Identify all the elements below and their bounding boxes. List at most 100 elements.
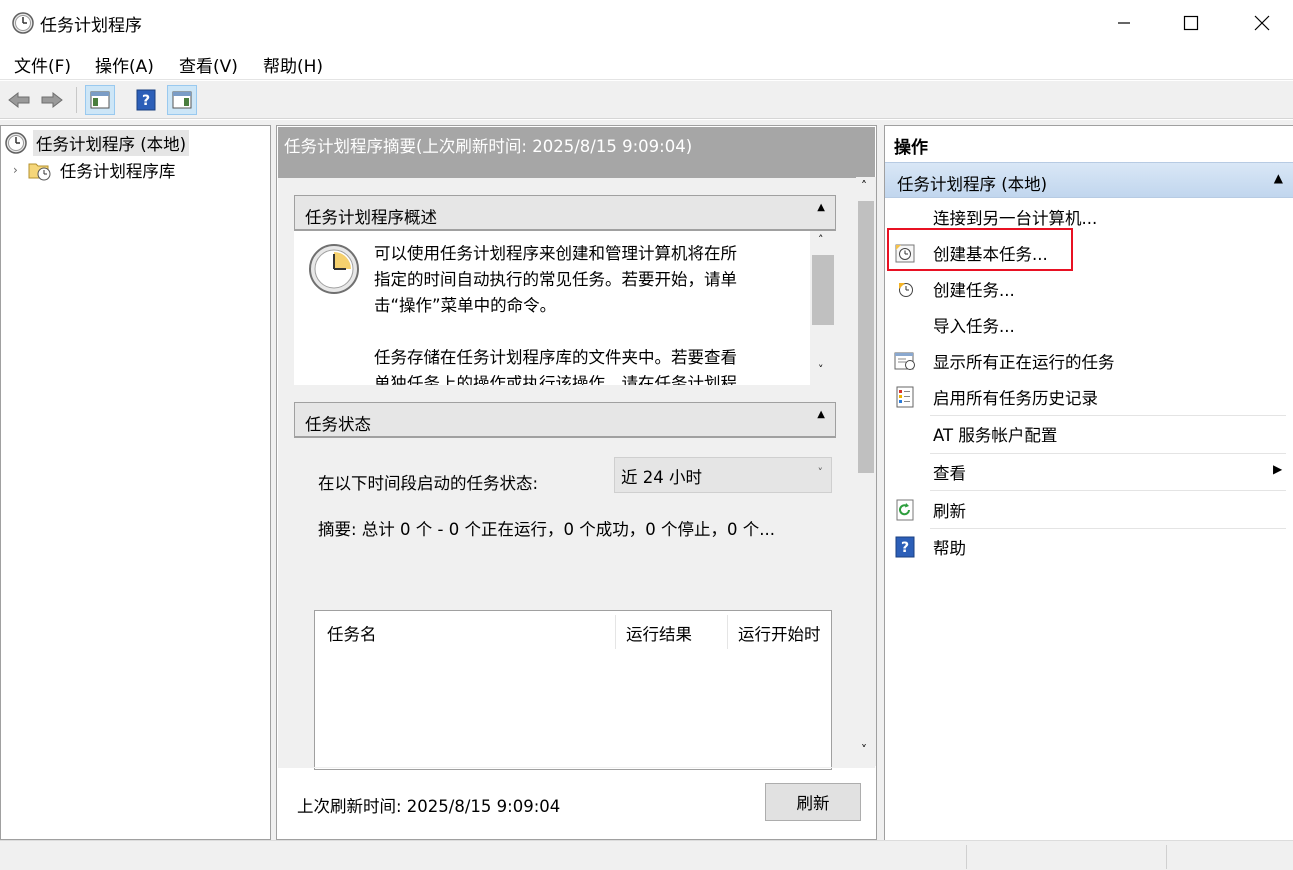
- overview-line: 任务存储在任务计划程序库的文件夹中。若要查看: [374, 348, 737, 367]
- scroll-up-icon[interactable]: ˄: [818, 233, 824, 246]
- help-book-icon: ?: [136, 89, 156, 111]
- overview-line: 击“操作”菜单中的命令。: [374, 296, 557, 315]
- task-summary-text: 摘要: 总计 0 个 - 0 个正在运行，0 个成功，0 个停止，0 个...: [318, 520, 775, 539]
- action-label: 刷新: [933, 502, 966, 521]
- action-help[interactable]: ? 帮助: [885, 529, 1285, 565]
- tree-root-label: 任务计划程序 (本地): [33, 130, 190, 156]
- forward-button[interactable]: [37, 85, 67, 115]
- chevron-right-icon[interactable]: ›: [13, 163, 18, 177]
- column-header-start-time[interactable]: 运行开始时: [738, 621, 831, 645]
- forward-arrow-icon: [41, 91, 63, 109]
- scroll-thumb[interactable]: [858, 201, 874, 473]
- overview-line: 指定的时间自动执行的常见任务。若要开始，请单: [374, 270, 737, 289]
- show-hide-action-pane-button[interactable]: [167, 85, 197, 115]
- menu-action[interactable]: 操作(A): [95, 52, 154, 77]
- action-refresh[interactable]: 刷新: [885, 492, 1285, 528]
- status-bar: [0, 840, 1293, 870]
- status-divider: [1166, 845, 1167, 869]
- action-show-running[interactable]: 显示所有正在运行的任务: [885, 343, 1285, 379]
- action-label: 启用所有任务历史记录: [933, 389, 1098, 408]
- menu-bar: 文件(F) 操作(A) 查看(V) 帮助(H): [0, 46, 1293, 80]
- tree-library-label: 任务计划程序库: [59, 162, 176, 181]
- summary-scrollbar[interactable]: ˄ ˅: [856, 177, 876, 766]
- close-button[interactable]: [1239, 0, 1285, 46]
- actions-subheader[interactable]: 任务计划程序 (本地) ▲: [885, 162, 1293, 198]
- chevron-down-icon[interactable]: ˅: [818, 466, 824, 479]
- scroll-thumb[interactable]: [812, 255, 834, 325]
- maximize-icon: [1183, 15, 1199, 31]
- status-divider: [966, 845, 967, 869]
- actions-title: 操作: [894, 138, 928, 158]
- maximize-button[interactable]: [1168, 0, 1214, 46]
- tree-library-item[interactable]: › 任务计划程序库: [13, 157, 213, 183]
- window-title: 任务计划程序: [40, 16, 142, 36]
- overview-section-header[interactable]: 任务计划程序概述 ▲: [294, 195, 836, 231]
- clock-app-icon: [12, 12, 34, 34]
- console-tree-pane: 任务计划程序 (本地) › 任务计划程序库: [0, 125, 271, 840]
- action-label: AT 服务帐户配置: [933, 426, 1058, 445]
- blank-icon: [893, 205, 917, 229]
- minimize-icon: [1118, 22, 1130, 24]
- title-bar: 任务计划程序: [0, 0, 1293, 46]
- console-tree-icon: [90, 91, 110, 109]
- action-at-service-config[interactable]: AT 服务帐户配置: [885, 416, 1285, 452]
- menu-file[interactable]: 文件(F): [14, 52, 71, 77]
- action-enable-history[interactable]: 启用所有任务历史记录: [885, 379, 1285, 415]
- actions-subheader-label: 任务计划程序 (本地): [897, 175, 1048, 194]
- footer-divider: [278, 767, 875, 768]
- summary-pane: 任务计划程序摘要(上次刷新时间: 2025/8/15 9:09:04) 任务计划…: [276, 125, 877, 840]
- svg-text:?: ?: [901, 540, 909, 556]
- summary-header: 任务计划程序摘要(上次刷新时间: 2025/8/15 9:09:04): [278, 127, 875, 178]
- overview-line: 单独任务上的操作或执行该操作，请在任务计划程: [374, 374, 737, 385]
- scroll-down-icon[interactable]: ˅: [861, 743, 867, 757]
- action-label: 显示所有正在运行的任务: [933, 353, 1115, 372]
- action-label: 导入任务...: [933, 317, 1015, 336]
- action-import-task[interactable]: 导入任务...: [885, 307, 1285, 343]
- column-divider[interactable]: [727, 615, 728, 649]
- show-hide-tree-button[interactable]: [85, 85, 115, 115]
- blank-icon: [893, 313, 917, 337]
- create-task-icon: [893, 277, 917, 301]
- summary-scroll-area: 任务计划程序概述 ▲ 可以使用任务计划程序来创建和管理计算机将在所 指定的时间自…: [278, 178, 875, 770]
- action-separator: [930, 490, 1286, 491]
- action-label: 连接到另一台计算机...: [933, 209, 1098, 228]
- close-icon: [1254, 15, 1270, 31]
- status-period-label: 在以下时间段启动的任务状态:: [318, 474, 539, 493]
- menu-view[interactable]: 查看(V): [179, 52, 238, 77]
- blank-icon: [893, 460, 917, 484]
- collapse-up-icon[interactable]: ▲: [1274, 171, 1283, 185]
- column-divider[interactable]: [615, 615, 616, 649]
- highlight-box: [887, 228, 1073, 271]
- last-refresh-label: 上次刷新时间: 2025/8/15 9:09:04: [297, 797, 561, 816]
- scroll-down-icon[interactable]: ˅: [818, 363, 824, 376]
- svg-text:?: ?: [142, 93, 150, 109]
- refresh-icon: [893, 498, 917, 522]
- collapse-up-icon[interactable]: ▲: [817, 409, 825, 420]
- scroll-up-icon[interactable]: ˄: [861, 179, 867, 193]
- period-select[interactable]: 近 24 小时 ˅: [614, 457, 832, 493]
- back-button[interactable]: [4, 85, 34, 115]
- column-header-result[interactable]: 运行结果: [626, 621, 692, 645]
- running-tasks-icon: [893, 349, 917, 373]
- action-view[interactable]: 查看 ▶: [885, 454, 1285, 490]
- submenu-arrow-icon: ▶: [1273, 462, 1283, 476]
- overview-line: 可以使用任务计划程序来创建和管理计算机将在所: [374, 244, 737, 263]
- tree-root-item[interactable]: 任务计划程序 (本地): [5, 130, 205, 156]
- overview-scrollbar[interactable]: ˄ ˅: [810, 231, 836, 385]
- minimize-button[interactable]: [1101, 0, 1147, 46]
- toolbar: ?: [0, 81, 1293, 119]
- menu-help[interactable]: 帮助(H): [263, 52, 323, 77]
- collapse-up-icon[interactable]: ▲: [817, 202, 825, 213]
- overview-body: 可以使用任务计划程序来创建和管理计算机将在所 指定的时间自动执行的常见任务。若要…: [294, 231, 836, 385]
- action-pane-icon: [172, 91, 192, 109]
- clock-icon: [5, 132, 27, 154]
- status-section-header[interactable]: 任务状态 ▲: [294, 402, 836, 438]
- back-arrow-icon: [8, 91, 30, 109]
- action-create-task[interactable]: 创建任务...: [885, 271, 1285, 307]
- refresh-button[interactable]: 刷新: [765, 783, 861, 821]
- help-toolbar-button[interactable]: ?: [131, 85, 161, 115]
- history-icon: [893, 385, 917, 409]
- column-header-task-name[interactable]: 任务名: [327, 621, 377, 645]
- status-title: 任务状态: [305, 415, 371, 434]
- action-label: 帮助: [933, 539, 966, 558]
